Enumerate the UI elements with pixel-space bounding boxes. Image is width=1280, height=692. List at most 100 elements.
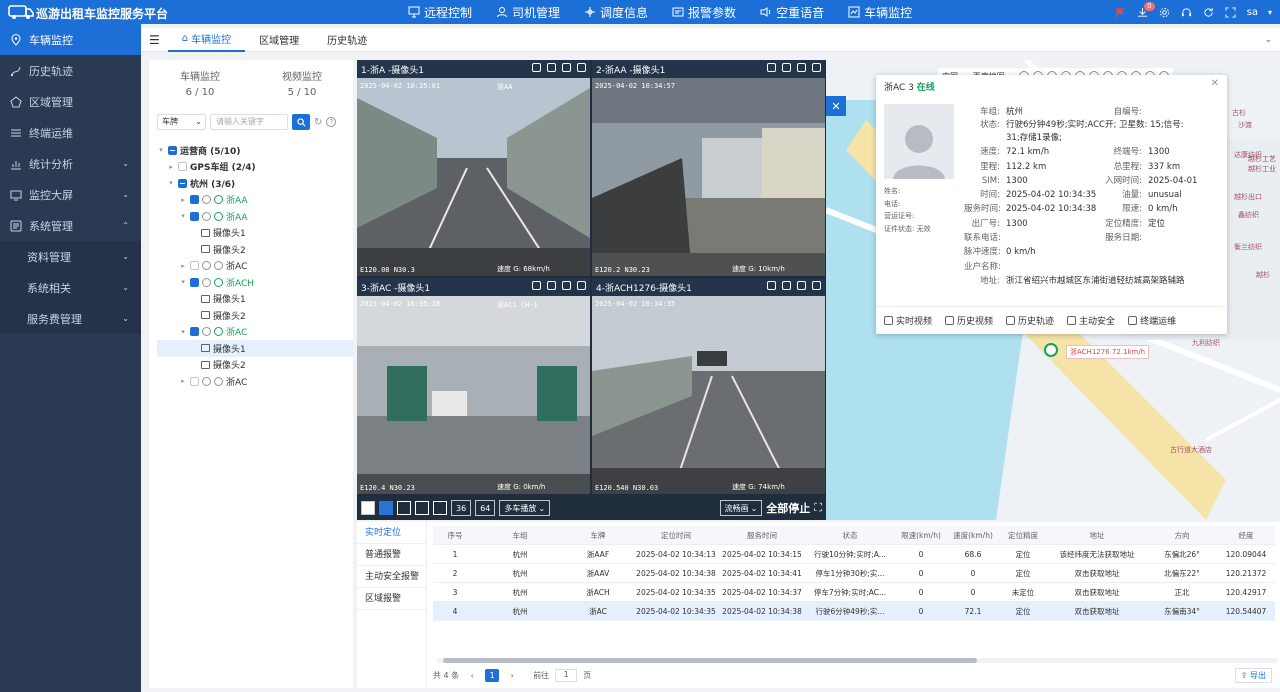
close-icon[interactable] xyxy=(812,63,821,72)
close-icon[interactable]: ✕ xyxy=(1211,78,1219,89)
sidebar-item-statistics[interactable]: 统计分析 ⌄ xyxy=(0,148,141,179)
vehicle-marker-icon[interactable] xyxy=(1044,343,1058,357)
menu-collapse-icon[interactable]: ☰ xyxy=(141,33,168,47)
snapshot-icon[interactable] xyxy=(562,63,571,72)
record-icon[interactable] xyxy=(782,281,791,290)
tree-checkbox[interactable] xyxy=(190,195,199,205)
table-row[interactable]: 4 杭州 浙AC 2025-04-02 10:34:35 2025-04-02 10:3… xyxy=(433,602,1275,621)
expand-icon[interactable]: ▸ xyxy=(179,196,187,204)
tab-area-alarm[interactable]: 区域报警 xyxy=(357,588,426,610)
sidebar-subitem-system-related[interactable]: 系统相关 ⌄ xyxy=(0,272,141,303)
tree-node-camera[interactable]: 摄像头1 xyxy=(157,225,353,242)
user-name[interactable]: sa xyxy=(1247,7,1258,18)
fullscreen-icon[interactable]: ⛶ xyxy=(814,501,822,515)
tab-safety-alarm[interactable]: 主动安全报警 xyxy=(357,566,426,588)
tree-node-vehicle[interactable]: ▾ 浙ACH xyxy=(157,274,353,291)
export-button[interactable]: ⇪ 导出 xyxy=(1234,668,1272,683)
flag-icon[interactable] xyxy=(1115,6,1127,18)
realtime-video-button[interactable]: 实时视频 xyxy=(884,314,932,327)
sidebar-item-terminal-ops[interactable]: 终端运维 xyxy=(0,117,141,148)
tree-checkbox[interactable] xyxy=(190,261,199,271)
expand-icon[interactable]: ▸ xyxy=(167,163,175,171)
record-icon[interactable] xyxy=(547,281,556,290)
search-input[interactable]: 请输入关键字 xyxy=(210,114,288,130)
tree-node-vehicle[interactable]: ▾ 浙AA xyxy=(157,208,353,225)
tree-checkbox[interactable] xyxy=(168,145,177,155)
volume-icon[interactable] xyxy=(532,63,541,72)
layout-16-icon[interactable] xyxy=(433,501,447,515)
tree-checkbox[interactable] xyxy=(190,327,199,337)
layout-4-icon[interactable] xyxy=(379,501,393,515)
layout-64-button[interactable]: 64 xyxy=(475,500,496,516)
prev-page-button[interactable]: ‹ xyxy=(465,669,479,682)
tree-checkbox[interactable] xyxy=(178,178,187,188)
video-cell[interactable]: 3-浙AC -摄像头1 2025-04-02 10:35:18 浙AC1 CH-… xyxy=(357,278,590,494)
tab-vehicle-monitor[interactable]: ⌂ 车辆监控 xyxy=(167,28,246,52)
sidebar-item-big-screen[interactable]: 监控大屏 ⌄ xyxy=(0,179,141,210)
history-video-button[interactable]: 历史视频 xyxy=(945,314,993,327)
headset-icon[interactable] xyxy=(1181,6,1193,18)
table-row[interactable]: 1 杭州 浙AAF 2025-04-02 10:34:13 2025-04-02 10:… xyxy=(433,545,1275,564)
tree-node-camera[interactable]: 摄像头1 xyxy=(157,291,353,308)
expand-icon[interactable]: ▸ xyxy=(179,377,187,385)
nav-dispatch-info[interactable]: 调度信息 xyxy=(584,0,648,24)
tree-node-camera[interactable]: 摄像头2 xyxy=(157,357,353,374)
goto-page-input[interactable]: 1 xyxy=(555,669,578,682)
tree-node-vehicle[interactable]: ▾ 浙AC xyxy=(157,324,353,341)
snapshot-icon[interactable] xyxy=(562,281,571,290)
tree-node-camera[interactable]: 摄像头2 xyxy=(157,307,353,324)
record-icon[interactable] xyxy=(782,63,791,72)
volume-icon[interactable] xyxy=(767,281,776,290)
tree-node-gps-group[interactable]: ▸ GPS车组 (2/4) xyxy=(157,159,353,176)
video-cell[interactable]: 2-浙AA -摄像头1 2025-04-02 10:34:57 E120.2 N… xyxy=(592,60,825,276)
tree-checkbox[interactable] xyxy=(190,277,199,287)
snapshot-icon[interactable] xyxy=(797,63,806,72)
volume-icon[interactable] xyxy=(767,63,776,72)
expand-icon[interactable]: ▾ xyxy=(157,146,165,154)
record-icon[interactable] xyxy=(547,63,556,72)
video-cell[interactable]: 4-浙ACH1276-摄像头1 2025-04-02 10:34:35 E120… xyxy=(592,278,825,494)
download-icon[interactable]: 0 xyxy=(1137,2,1155,18)
fullscreen-icon[interactable] xyxy=(1225,6,1237,18)
terminal-ops-button[interactable]: 终端运维 xyxy=(1128,314,1176,327)
tree-checkbox[interactable] xyxy=(190,376,199,386)
volume-icon[interactable] xyxy=(532,281,541,290)
video-cell[interactable]: 1-浙A -摄像头1 2025-04-02 10:35:01 浙AA E120.… xyxy=(357,60,590,276)
snapshot-icon[interactable] xyxy=(797,281,806,290)
search-button[interactable] xyxy=(292,114,310,130)
close-icon[interactable] xyxy=(577,281,586,290)
refresh-icon[interactable]: ↻ xyxy=(314,117,322,128)
stream-quality-select[interactable]: 流畅画 ⌄ xyxy=(719,500,763,516)
next-page-button[interactable]: › xyxy=(505,669,519,682)
tab-history-track[interactable]: 历史轨迹 xyxy=(313,28,381,52)
nav-voice[interactable]: 空重语音 xyxy=(760,0,824,24)
tree-node-operator[interactable]: ▾ 运营商 (5/10) xyxy=(157,142,353,159)
nav-driver-management[interactable]: 司机管理 xyxy=(496,0,560,24)
layout-9-icon[interactable] xyxy=(415,501,429,515)
close-icon[interactable] xyxy=(812,281,821,290)
map-panel[interactable]: 中国⌄ 百度地图⌄ ✕ 古杉 沙渡 达康纺织 越杉工艺 越杉工业 越杉出口 鑫纺… xyxy=(826,60,1280,520)
nav-vehicle-monitor[interactable]: 车辆监控 xyxy=(848,0,912,24)
nav-remote-control[interactable]: 远程控制 xyxy=(408,0,472,24)
sidebar-item-history-track[interactable]: 历史轨迹 xyxy=(0,55,141,86)
filter-select[interactable]: 车牌 ⌄ xyxy=(157,114,206,130)
layout-36-button[interactable]: 36 xyxy=(451,500,472,516)
play-mode-select[interactable]: 多车播放 ⌄ xyxy=(499,500,551,516)
expand-icon[interactable]: ▸ xyxy=(179,262,187,270)
tab-area-management[interactable]: 区域管理 xyxy=(245,28,313,52)
tree-node-camera[interactable]: 摄像头1 xyxy=(157,340,353,357)
refresh-icon[interactable] xyxy=(1203,6,1215,18)
tree-node-vehicle[interactable]: ▸ 浙AC xyxy=(157,258,353,275)
tree-checkbox[interactable] xyxy=(190,211,199,221)
nav-alarm-params[interactable]: 报警参数 xyxy=(672,0,736,24)
sidebar-subitem-service-fee[interactable]: 服务费管理 ⌄ xyxy=(0,303,141,334)
sidebar-item-system-management[interactable]: 系统管理 ⌃ xyxy=(0,210,141,241)
expand-icon[interactable]: ▾ xyxy=(179,328,187,336)
tab-dropdown-icon[interactable]: ⌄ xyxy=(1264,35,1272,45)
sidebar-item-vehicle-monitor[interactable]: 车辆监控 xyxy=(0,24,141,55)
tree-node-hangzhou[interactable]: ▾ 杭州 (3/6) xyxy=(157,175,353,192)
stop-all-button[interactable]: 全部停止 xyxy=(766,500,810,516)
tab-normal-alarm[interactable]: 普通报警 xyxy=(357,544,426,566)
active-safety-button[interactable]: 主动安全 xyxy=(1067,314,1115,327)
close-icon[interactable] xyxy=(577,63,586,72)
